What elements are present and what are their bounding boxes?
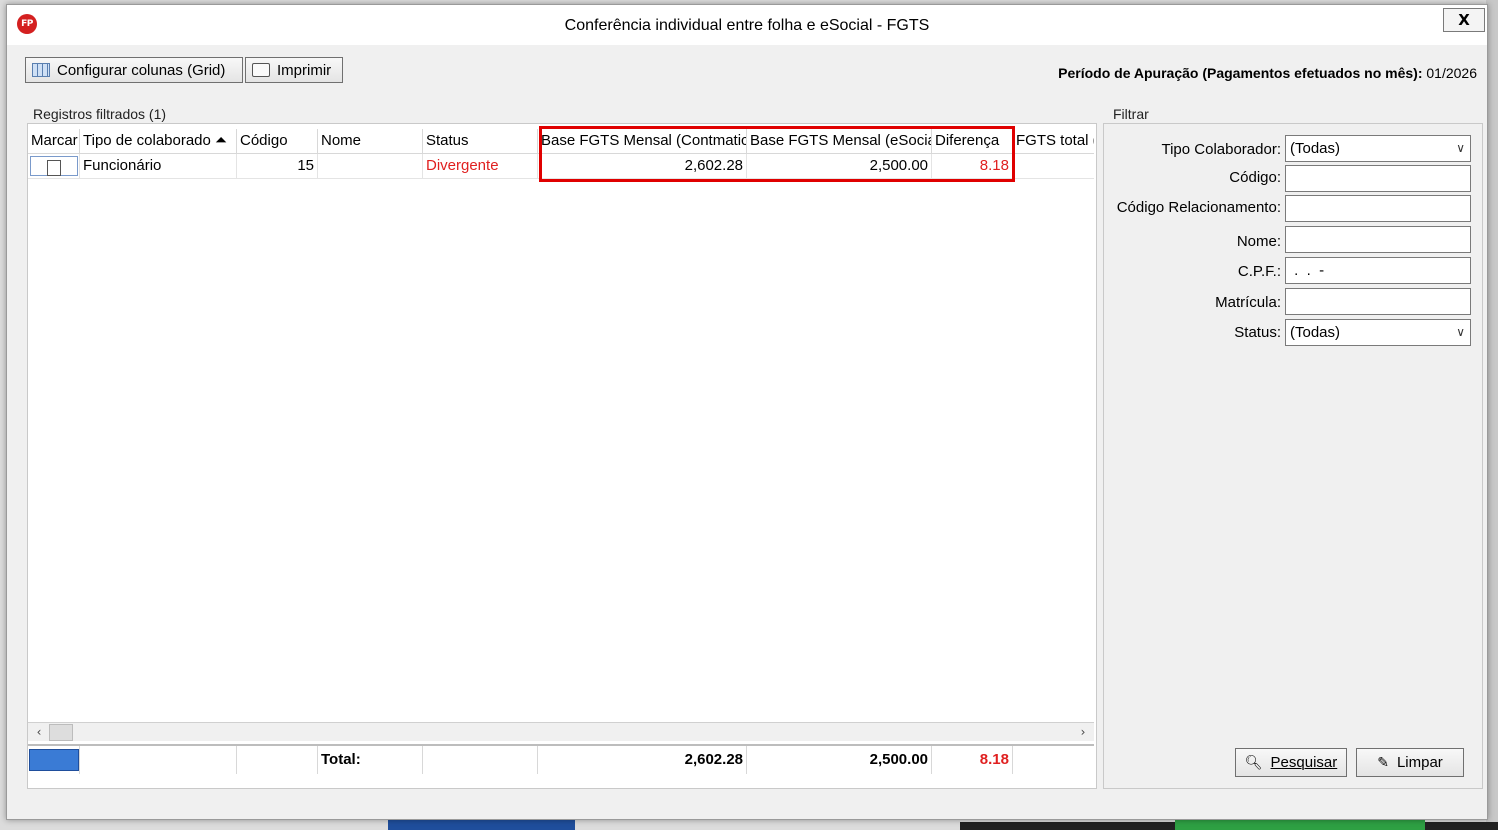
chevron-down-icon: ∨: [1456, 141, 1465, 155]
filter-frame: [1103, 123, 1483, 789]
scroll-right-icon[interactable]: ›: [1074, 724, 1092, 740]
tipo-colaborador-label: Tipo Colaborador:: [1161, 141, 1281, 158]
col-diferenca[interactable]: Diferença: [932, 129, 1013, 153]
scroll-left-icon[interactable]: ‹: [30, 724, 48, 740]
status-label: Status:: [1234, 324, 1281, 341]
col-base-contmatic[interactable]: Base FGTS Mensal (Contmatic): [538, 129, 747, 153]
foot-status: [423, 746, 538, 774]
col-marcar[interactable]: Marcar: [28, 129, 80, 153]
col-codigo[interactable]: Código: [237, 129, 318, 153]
cell-base-contmatic: 2,602.28: [538, 154, 747, 178]
col-fgts-total[interactable]: FGTS total (: [1013, 129, 1094, 153]
codigo-relacionamento-input[interactable]: [1285, 195, 1471, 222]
filter-group-title: Filtrar: [1113, 106, 1149, 122]
col-tipo[interactable]: Tipo de colaborado ⏶: [80, 129, 237, 153]
nome-input[interactable]: [1285, 226, 1471, 253]
foot-selector[interactable]: [29, 749, 79, 771]
matricula-label: Matrícula:: [1215, 294, 1281, 311]
scroll-thumb[interactable]: [49, 724, 73, 741]
title-bar: FP Conferência individual entre folha e …: [7, 5, 1487, 45]
configure-columns-label: Configurar colunas (Grid): [57, 61, 226, 79]
foot-tipo: [80, 746, 237, 774]
dialog-window: FP Conferência individual entre folha e …: [6, 4, 1488, 820]
grid-footer-totals: Total: 2,602.28 2,500.00 8.18: [28, 744, 1094, 776]
limpar-button[interactable]: ✎ Limpar: [1356, 748, 1464, 777]
print-button[interactable]: Imprimir: [245, 57, 343, 83]
foot-fgts-total: [1013, 746, 1094, 774]
limpar-label: Limpar: [1396, 754, 1443, 771]
period-label: Período de Apuração (Pagamentos efetuado…: [1058, 65, 1423, 81]
status-select[interactable]: (Todas) ∨: [1285, 319, 1471, 346]
nome-label: Nome:: [1236, 233, 1281, 250]
row-checkbox[interactable]: [47, 160, 61, 176]
foot-marcar: [28, 746, 80, 774]
foot-diferenca: 8.18: [932, 746, 1013, 774]
pesquisar-button[interactable]: 🔍︎ Pesquisar: [1235, 748, 1347, 777]
tipo-colaborador-select[interactable]: (Todas) ∨: [1285, 135, 1471, 162]
foot-base-contmatic: 2,602.28: [538, 746, 747, 774]
tipo-colaborador-value: (Todas): [1290, 140, 1341, 157]
horizontal-scrollbar[interactable]: ‹ ›: [28, 722, 1094, 741]
cell-fgts-total: [1013, 154, 1094, 178]
search-icon: 🔍︎: [1244, 754, 1263, 770]
chevron-down-icon: ∨: [1456, 325, 1465, 339]
row-checkbox-frame: [30, 156, 78, 176]
status-value: (Todas): [1290, 324, 1341, 341]
col-status[interactable]: Status: [423, 129, 538, 153]
cpf-input[interactable]: . . -: [1285, 257, 1471, 284]
foot-total-label: Total:: [318, 746, 423, 774]
foot-base-esocial: 2,500.00: [747, 746, 932, 774]
cell-status: Divergente: [423, 154, 538, 178]
print-label: Imprimir: [277, 61, 332, 79]
grid-group-title: Registros filtrados (1): [33, 106, 167, 122]
cell-base-esocial: 2,500.00: [747, 154, 932, 178]
window-title: Conferência individual entre folha e eSo…: [564, 17, 930, 34]
codigo-input[interactable]: [1285, 165, 1471, 192]
codigo-relacionamento-label: Código Relacionamento:: [1116, 199, 1281, 216]
period-info: Período de Apuração (Pagamentos efetuado…: [1058, 65, 1477, 81]
pesquisar-label: Pesquisar: [1270, 754, 1338, 771]
matricula-input[interactable]: [1285, 288, 1471, 315]
close-button[interactable]: X: [1443, 8, 1485, 32]
cell-nome: [318, 154, 423, 178]
codigo-label: Código:: [1229, 169, 1281, 186]
cell-marcar: [28, 154, 80, 178]
configure-columns-button[interactable]: Configurar colunas (Grid): [25, 57, 243, 83]
printer-icon: [252, 63, 270, 77]
foot-codigo: [237, 746, 318, 774]
grid-frame: [27, 123, 1097, 789]
cell-tipo: Funcionário: [80, 154, 237, 178]
grid-icon: [32, 63, 50, 77]
eraser-icon: ✎: [1377, 754, 1389, 770]
period-value: 01/2026: [1426, 65, 1477, 81]
cell-diferenca: 8.18: [932, 154, 1013, 178]
cell-codigo: 15: [237, 154, 318, 178]
table-row[interactable]: Funcionário 15 Divergente 2,602.28 2,500…: [28, 154, 1094, 179]
col-nome[interactable]: Nome: [318, 129, 423, 153]
grid-header: Marcar Tipo de colaborado ⏶ Código Nome …: [28, 129, 1094, 154]
cpf-label: C.P.F.:: [1237, 263, 1281, 280]
col-base-esocial[interactable]: Base FGTS Mensal (eSocial): [747, 129, 932, 153]
